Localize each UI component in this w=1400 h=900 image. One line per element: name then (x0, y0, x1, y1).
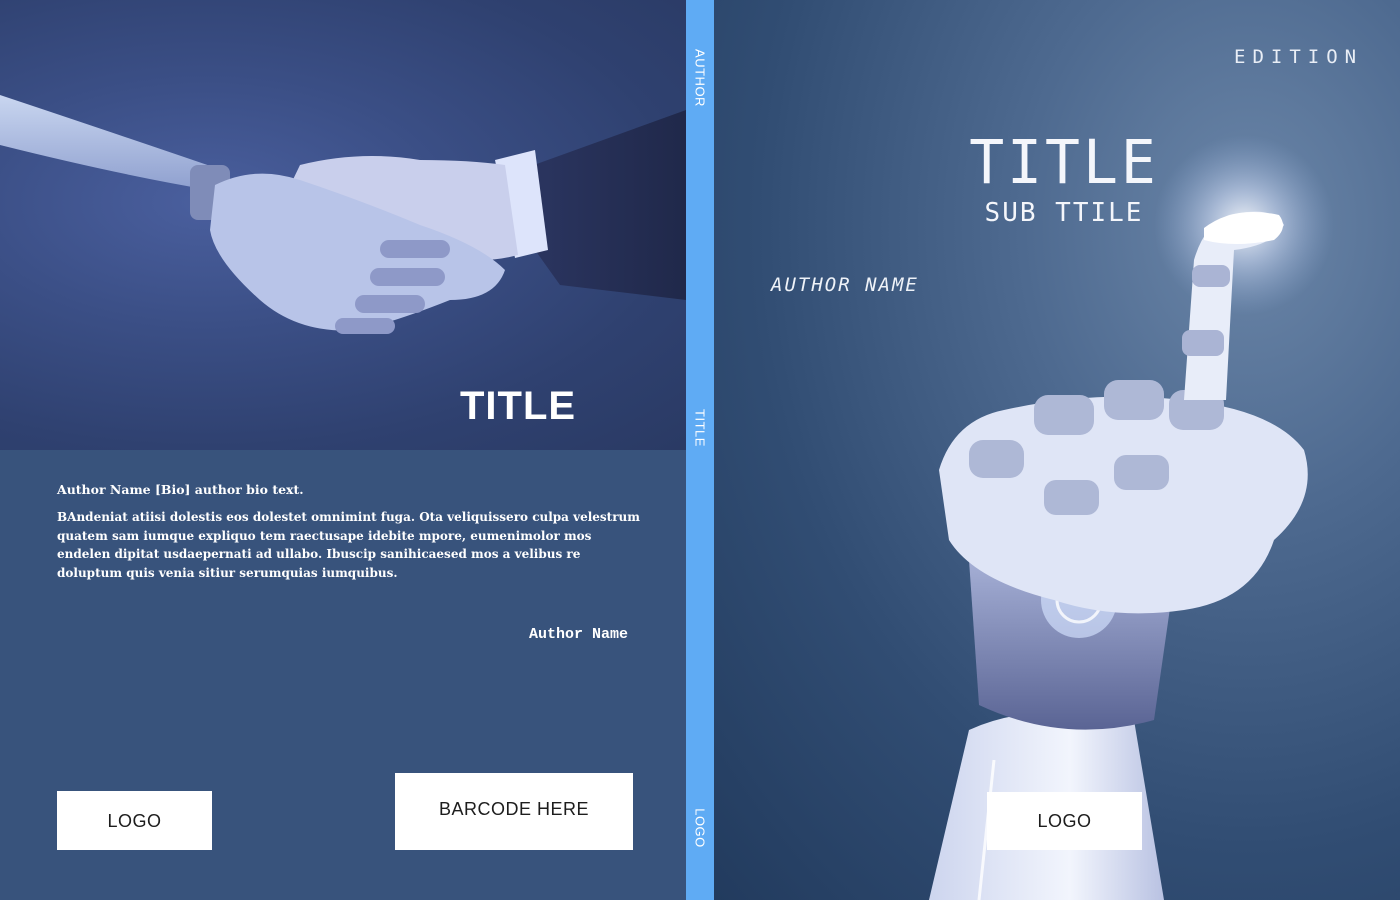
handshake-robot-human-image (0, 0, 686, 450)
spine-author: AUTHOR (692, 49, 708, 107)
back-title: TITLE (460, 384, 577, 428)
back-logo-label: LOGO (107, 811, 162, 831)
spine: AUTHOR TITLE LOGO (686, 0, 714, 900)
front-logo-label: LOGO (1037, 810, 1092, 831)
front-logo-box[interactable]: LOGO (987, 792, 1142, 850)
author-bio-heading: Author Name [Bio] author bio text. (57, 482, 304, 497)
front-author-name: AUTHOR NAME (771, 274, 919, 296)
back-author-name: Author Name (528, 626, 628, 643)
spine-logo: LOGO (692, 808, 708, 848)
spine-title: TITLE (692, 409, 708, 447)
author-bio-text: BAndeniat atiisi dolestis eos dolestet o… (57, 510, 640, 580)
front-title: TITLE (969, 126, 1159, 198)
barcode-label: BARCODE HERE (438, 799, 590, 819)
edition-label: EDITION (1234, 46, 1364, 68)
back-cover: TITLE Author Name [Bio] author bio text.… (0, 0, 686, 900)
handshake-illustration (0, 95, 686, 334)
barcode-box[interactable]: BARCODE HERE (395, 773, 633, 850)
front-subtitle: SUB TTILE (984, 198, 1144, 228)
front-cover: EDITION TITLE SUB TTILE AUTHOR NAME LOGO (714, 0, 1400, 900)
back-logo-box[interactable]: LOGO (57, 791, 212, 850)
